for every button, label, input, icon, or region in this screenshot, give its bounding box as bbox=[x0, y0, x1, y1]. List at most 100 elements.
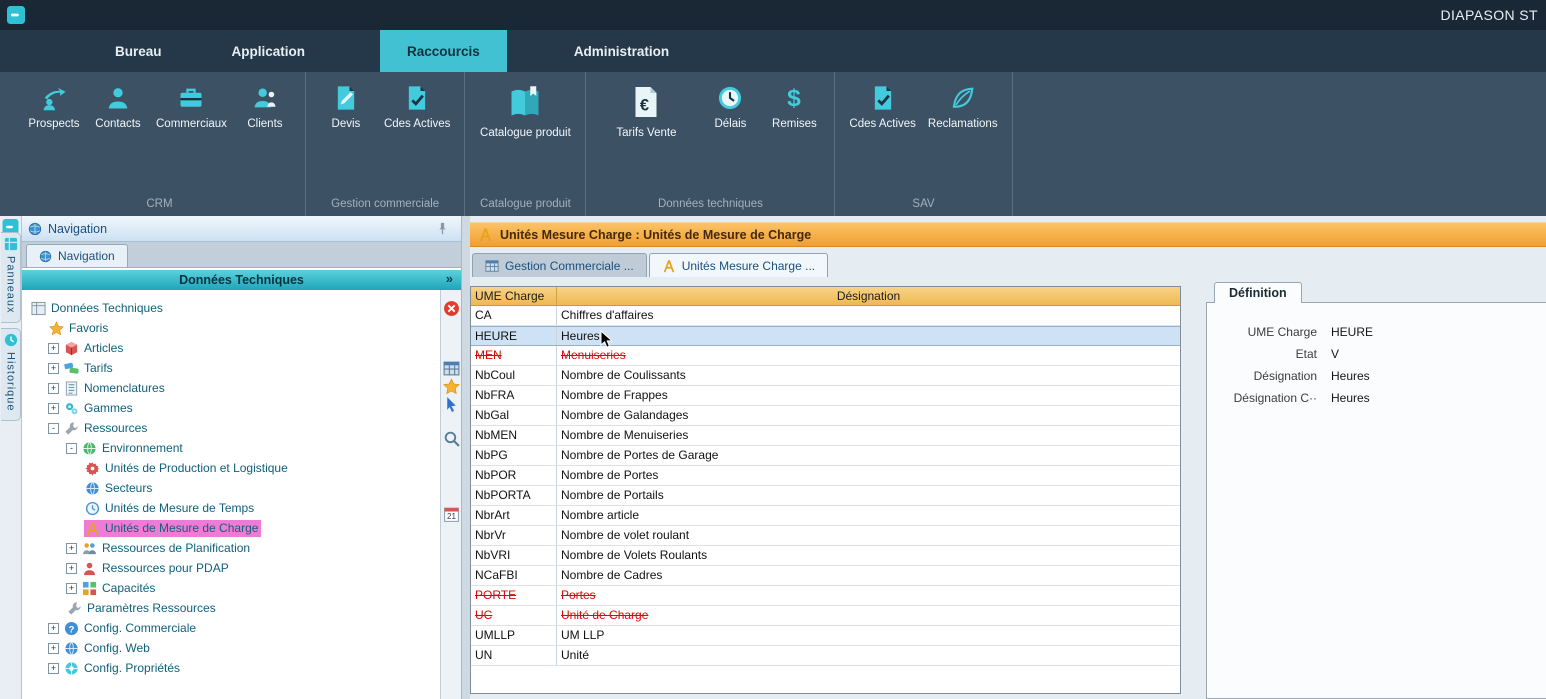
table-row-heure[interactable]: HEURE Heures bbox=[471, 326, 1180, 346]
tree-item-ressources-pour-pdap[interactable]: + Ressources pour PDAP bbox=[22, 558, 440, 578]
expand-box-icon[interactable]: + bbox=[66, 583, 77, 594]
tree-item-donnees-techniques[interactable]: Données Techniques bbox=[22, 298, 440, 318]
ribbon-button-clients[interactable]: Clients bbox=[233, 80, 297, 130]
ribbon-tab-administration[interactable]: Administration bbox=[547, 30, 696, 72]
table-row-nbpg[interactable]: NbPG Nombre de Portes de Garage bbox=[471, 446, 1180, 466]
expand-box-icon[interactable]: + bbox=[66, 543, 77, 554]
ribbon-button-delais[interactable]: Délais bbox=[698, 80, 762, 130]
definition-panel: UME Charge HEURE Etat V Désignation Heur… bbox=[1206, 302, 1546, 699]
table-row-nbporta[interactable]: NbPORTA Nombre de Portails bbox=[471, 486, 1180, 506]
collapse-panel-button[interactable]: » bbox=[442, 271, 457, 286]
tree-item-parametres-ressources[interactable]: Paramètres Ressources bbox=[22, 598, 440, 618]
tree-item-config-commerciale[interactable]: + ? Config. Commerciale bbox=[22, 618, 440, 638]
tree-item-articles[interactable]: + Articles bbox=[22, 338, 440, 358]
tree-item-secteurs[interactable]: Secteurs bbox=[22, 478, 440, 498]
table-row-nbpor[interactable]: NbPOR Nombre de Portes bbox=[471, 466, 1180, 486]
ribbon-tab-raccourcis[interactable]: Raccourcis bbox=[380, 30, 507, 72]
ribbon-button-devis[interactable]: Devis bbox=[314, 80, 378, 130]
definition-field-value: Heures bbox=[1331, 391, 1370, 405]
table-row-nbgal[interactable]: NbGal Nombre de Galandages bbox=[471, 406, 1180, 426]
table-row-nbrvr[interactable]: NbrVr Nombre de volet roulant bbox=[471, 526, 1180, 546]
tree-item-unites-de-mesure-de-charge[interactable]: Unités de Mesure de Charge bbox=[22, 518, 440, 538]
tree-item-config-proprietes[interactable]: + Config. Propriétés bbox=[22, 658, 440, 678]
tree-item-label: Config. Web bbox=[84, 641, 150, 655]
tree-item-ressources[interactable]: - Ressources bbox=[22, 418, 440, 438]
column-header-designation[interactable]: Désignation bbox=[557, 287, 1180, 305]
table-row-nbrart[interactable]: NbrArt Nombre article bbox=[471, 506, 1180, 526]
tab-navigation-label: Navigation bbox=[58, 249, 115, 263]
table-row-ca[interactable]: CA Chiffres d'affaires bbox=[471, 306, 1180, 326]
tree-item-environnement[interactable]: - Environnement bbox=[22, 438, 440, 458]
ribbon-tab-application[interactable]: Application bbox=[205, 30, 333, 72]
ribbon-button-reclamations[interactable]: Reclamations bbox=[922, 80, 1004, 130]
column-header-ume-charge[interactable]: UME Charge bbox=[471, 287, 557, 305]
table-row-un[interactable]: UN Unité bbox=[471, 646, 1180, 666]
ribbon-tab-bureau[interactable]: Bureau bbox=[88, 30, 189, 72]
table-row-porte[interactable]: PORTE Portes bbox=[471, 586, 1180, 606]
ribbon-button-tarifs-vente[interactable]: € Tarifs Vente bbox=[594, 80, 698, 140]
side-toolstrip: 21 bbox=[440, 290, 461, 699]
cell-code: NbPOR bbox=[471, 466, 557, 485]
star-icon[interactable] bbox=[443, 378, 460, 395]
calendar-icon[interactable]: 21 bbox=[443, 506, 460, 523]
content-header: Unités Mesure Charge : Unités de Mesure … bbox=[470, 222, 1546, 247]
expand-box-icon[interactable]: + bbox=[48, 643, 59, 654]
table-row-nbcoul[interactable]: NbCoul Nombre de Coulissants bbox=[471, 366, 1180, 386]
tree-item-nomenclatures[interactable]: + Nomenclatures bbox=[22, 378, 440, 398]
collapse-box-icon[interactable]: - bbox=[48, 423, 59, 434]
table-row-nbvri[interactable]: NbVRI Nombre de Volets Roulants bbox=[471, 546, 1180, 566]
doc-tab-gestion-commerciale[interactable]: Gestion Commerciale ... bbox=[472, 253, 647, 277]
tree-item-ressources-de-planification[interactable]: + Ressources de Planification bbox=[22, 538, 440, 558]
articles-icon bbox=[64, 341, 79, 356]
app-icon[interactable] bbox=[6, 6, 26, 24]
tree-panel-title: Données Techniques » bbox=[22, 270, 461, 290]
tree-item-label: Paramètres Ressources bbox=[87, 601, 216, 615]
ribbon-group-crm: Prospects Contacts Commerciaux Clients C… bbox=[14, 72, 306, 216]
table-row-nbmen[interactable]: NbMEN Nombre de Menuiseries bbox=[471, 426, 1180, 446]
ribbon-button-remises[interactable]: $ Remises bbox=[762, 80, 826, 130]
table-row-men[interactable]: MEN Menuiseries bbox=[471, 346, 1180, 366]
definition-field-designation: Désignation Heures bbox=[1207, 365, 1546, 387]
person-red-icon bbox=[82, 561, 97, 576]
expand-box-icon[interactable]: + bbox=[48, 363, 59, 374]
tree-item-label: Données Techniques bbox=[51, 301, 163, 315]
ribbon-button-contacts[interactable]: Contacts bbox=[86, 80, 150, 130]
ribbon-button-commerciaux[interactable]: Commerciaux bbox=[150, 80, 233, 130]
grid-blue-icon[interactable] bbox=[443, 360, 460, 377]
pin-icon[interactable] bbox=[436, 222, 449, 235]
cursor-icon[interactable] bbox=[443, 396, 460, 413]
close-icon[interactable] bbox=[443, 300, 460, 317]
table-row-umllp[interactable]: UMLLP UM LLP bbox=[471, 626, 1180, 646]
svg-text:?: ? bbox=[69, 624, 75, 634]
expand-box-icon[interactable]: + bbox=[66, 563, 77, 574]
tab-definition[interactable]: Définition bbox=[1214, 282, 1302, 303]
ribbon-group-label: CRM bbox=[22, 198, 297, 212]
ribbon-button-cdes-actives[interactable]: Cdes Actives bbox=[843, 80, 921, 130]
collapse-box-icon[interactable]: - bbox=[66, 443, 77, 454]
cell-code: HEURE bbox=[471, 327, 557, 345]
table-row-nbfra[interactable]: NbFRA Nombre de Frappes bbox=[471, 386, 1180, 406]
tree-item-gammes[interactable]: + Gammes bbox=[22, 398, 440, 418]
search-icon[interactable] bbox=[443, 430, 460, 447]
tree-item-capacites[interactable]: + Capacités bbox=[22, 578, 440, 598]
ribbon-button-prospects[interactable]: Prospects bbox=[22, 80, 86, 130]
expand-box-icon[interactable]: + bbox=[48, 663, 59, 674]
ribbon-button-cdes-actives[interactable]: Cdes Actives bbox=[378, 80, 456, 130]
tree-item-unites-de-mesure-de-temps[interactable]: Unités de Mesure de Temps bbox=[22, 498, 440, 518]
ribbon-button-label: Remises bbox=[772, 118, 817, 130]
edge-tab-panneaux[interactable]: Panneaux bbox=[1, 232, 21, 323]
tab-navigation[interactable]: Navigation bbox=[26, 244, 128, 267]
expand-box-icon[interactable]: + bbox=[48, 383, 59, 394]
table-row-ncafbi[interactable]: NCaFBI Nombre de Cadres bbox=[471, 566, 1180, 586]
expand-box-icon[interactable]: + bbox=[48, 623, 59, 634]
expand-box-icon[interactable]: + bbox=[48, 343, 59, 354]
expand-box-icon[interactable]: + bbox=[48, 403, 59, 414]
tree-item-unites-de-production-et-logistique[interactable]: Unités de Production et Logistique bbox=[22, 458, 440, 478]
ribbon-button-catalogue-produit[interactable]: Catalogue produit bbox=[473, 80, 577, 140]
edge-tab-historique[interactable]: Historique bbox=[1, 328, 21, 421]
doc-tab-unites-mesure-charge[interactable]: Unités Mesure Charge ... bbox=[649, 253, 828, 277]
tree-item-favoris[interactable]: Favoris bbox=[22, 318, 440, 338]
tree-item-tarifs[interactable]: + Tarifs bbox=[22, 358, 440, 378]
tree-item-config-web[interactable]: + Config. Web bbox=[22, 638, 440, 658]
table-row-uc[interactable]: UC Unité de Charge bbox=[471, 606, 1180, 626]
